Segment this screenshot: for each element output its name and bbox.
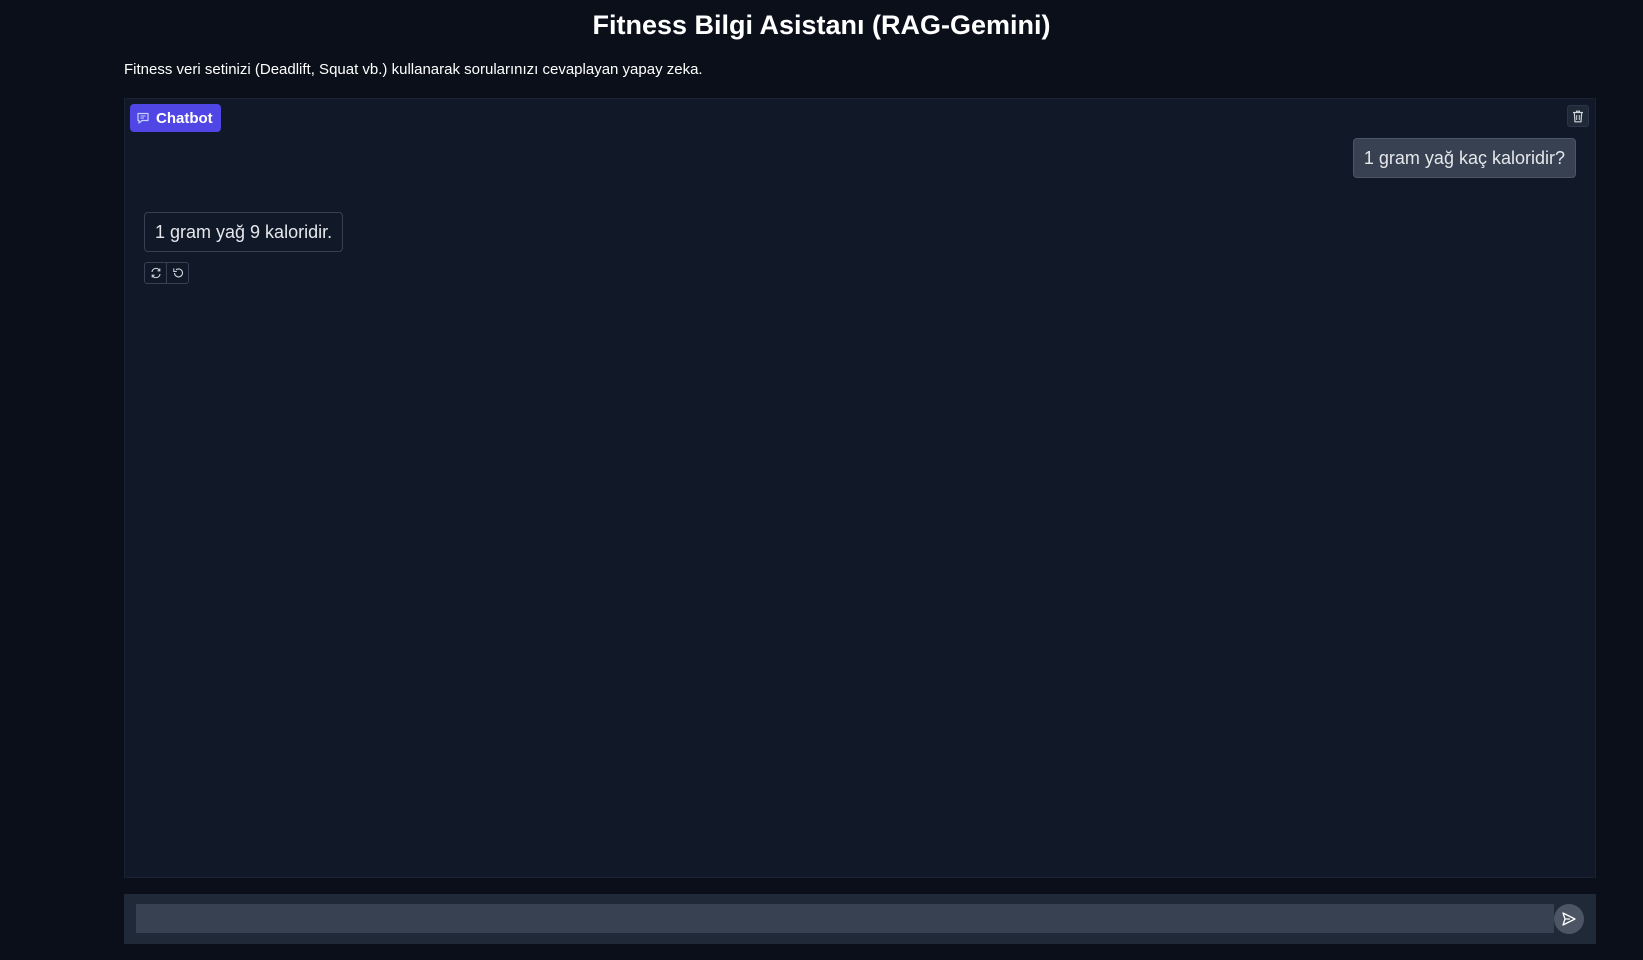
page-description: Fitness veri setinizi (Deadlift, Squat v… [124,61,703,78]
trash-icon [1572,110,1584,123]
chatbot-label-text: Chatbot [156,109,213,127]
undo-icon [172,267,184,279]
page-title: Fitness Bilgi Asistanı (RAG-Gemini) [592,10,1051,40]
undo-button[interactable] [166,263,188,283]
user-message: 1 gram yağ kaç kaloridir? [1352,138,1576,178]
message-actions [144,262,189,284]
message-input[interactable] [136,904,1554,933]
page: Fitness Bilgi Asistanı (RAG-Gemini) Fitn… [0,0,1643,960]
retry-icon [150,267,162,279]
retry-button[interactable] [145,263,166,283]
input-panel [124,894,1596,944]
send-icon [1561,911,1577,927]
bot-message: 1 gram yağ 9 kaloridir. [144,212,344,252]
chat-bubble-icon [136,111,150,125]
send-button[interactable] [1554,904,1584,934]
clear-chat-button[interactable] [1567,105,1589,127]
chatbot-label: Chatbot [130,104,221,132]
chatbot-panel: Chatbot 1 gram yağ kaç kaloridir? 1 gram… [124,98,1596,878]
